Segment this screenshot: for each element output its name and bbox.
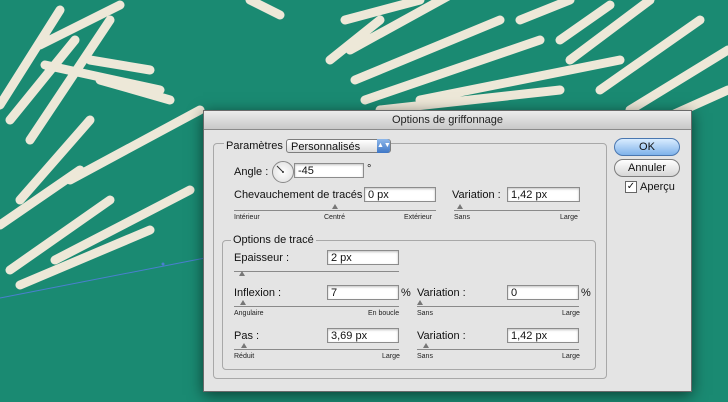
variation2-label: Variation : xyxy=(417,287,466,299)
angle-field[interactable]: -45 xyxy=(294,163,364,178)
variation3-slider-thumb[interactable] xyxy=(423,343,429,348)
variation1-min-label: Sans xyxy=(454,214,470,221)
variation2-percent: % xyxy=(581,287,591,299)
variation3-field[interactable]: 1,42 px xyxy=(507,328,579,343)
apercu-label: Aperçu xyxy=(640,181,675,193)
pas-min-label: Réduit xyxy=(234,353,255,360)
chevauchement-slider-thumb[interactable] xyxy=(332,204,338,209)
epaisseur-field[interactable]: 2 px xyxy=(327,250,399,265)
chevron-down-icon: ▲▼ xyxy=(377,139,391,153)
variation2-max-label: Large xyxy=(562,310,580,317)
inflexion-slider-thumb[interactable] xyxy=(240,300,246,305)
pas-slider-track[interactable] xyxy=(234,349,399,350)
dialog-title: Options de griffonnage xyxy=(204,111,691,130)
parametres-select[interactable]: Personnalisés ▲▼ xyxy=(286,139,391,153)
chevauchement-field[interactable]: 0 px xyxy=(364,187,436,202)
inflexion-field[interactable]: 7 xyxy=(327,285,399,300)
pas-field[interactable]: 3,69 px xyxy=(327,328,399,343)
pas-slider-thumb[interactable] xyxy=(241,343,247,348)
inflexion-min-label: Angulaire xyxy=(234,310,264,317)
variation2-slider-track[interactable] xyxy=(417,306,579,307)
ok-button[interactable]: OK xyxy=(614,138,680,156)
pas-label: Pas : xyxy=(234,330,260,342)
variation3-min-label: Sans xyxy=(417,353,433,360)
chevauchement-label: Chevauchement de tracés : xyxy=(234,189,369,201)
pas-max-label: Large xyxy=(382,353,400,360)
epaisseur-slider-thumb[interactable] xyxy=(239,271,245,276)
variation2-slider-thumb[interactable] xyxy=(417,300,423,305)
chevauchement-slider-track[interactable] xyxy=(234,210,436,211)
variation1-field[interactable]: 1,42 px xyxy=(507,187,580,202)
anchor-point xyxy=(161,262,165,266)
apercu-checkbox[interactable]: ✓ xyxy=(625,181,637,193)
dial-needle-icon xyxy=(276,165,284,173)
parametres-select-value: Personnalisés xyxy=(291,141,361,153)
scribble-center xyxy=(245,0,625,115)
variation1-slider-track[interactable] xyxy=(454,210,580,211)
scribble-options-dialog: Options de griffonnage Paramètres : Pers… xyxy=(203,110,692,392)
angle-label: Angle : xyxy=(234,166,269,178)
variation1-slider-thumb[interactable] xyxy=(457,204,463,209)
variation2-field[interactable]: 0 xyxy=(507,285,579,300)
inflexion-percent: % xyxy=(401,287,411,299)
variation1-max-label: Large xyxy=(560,214,578,221)
chevauchement-max-label: Extérieur xyxy=(404,214,433,221)
parametres-label: Paramètres : xyxy=(224,140,291,152)
angle-dial[interactable] xyxy=(272,161,294,183)
trace-options-title: Options de tracé xyxy=(231,234,316,246)
chevauchement-min-label: Intérieur xyxy=(234,214,260,221)
variation3-slider-track[interactable] xyxy=(417,349,579,350)
degree-symbol: ° xyxy=(367,163,372,175)
inflexion-label: Inflexion : xyxy=(234,287,282,299)
epaisseur-slider-track[interactable] xyxy=(234,271,399,272)
variation2-min-label: Sans xyxy=(417,310,433,317)
annuler-button[interactable]: Annuler xyxy=(614,159,680,177)
inflexion-slider-track[interactable] xyxy=(234,306,399,307)
variation1-label: Variation : xyxy=(452,189,501,201)
epaisseur-label: Epaisseur : xyxy=(234,252,290,264)
inflexion-max-label: En boucle xyxy=(368,310,400,317)
variation3-max-label: Large xyxy=(562,353,580,360)
chevauchement-mid-label: Centré xyxy=(324,214,346,221)
scribble-left xyxy=(0,0,205,290)
variation3-label: Variation : xyxy=(417,330,466,342)
